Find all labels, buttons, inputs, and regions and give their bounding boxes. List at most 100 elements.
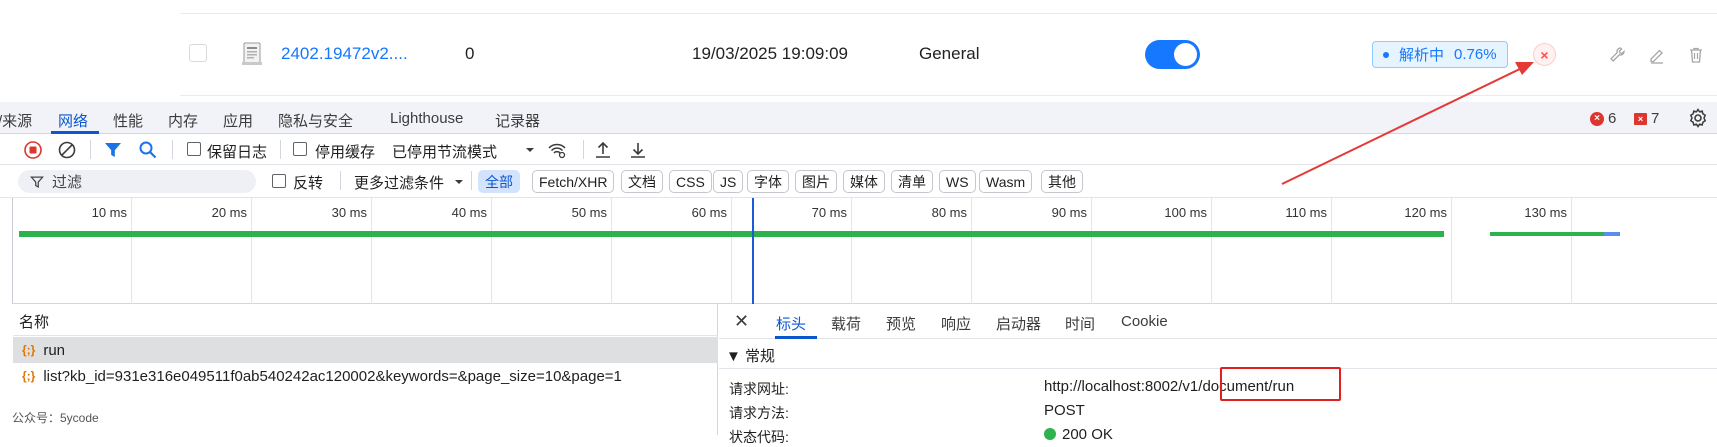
timeline-tick-label: 10 ms <box>91 205 127 220</box>
request-url-key: 请求网址: <box>729 381 789 397</box>
record-stop-icon[interactable] <box>23 140 43 160</box>
tab-cookies[interactable]: Cookie <box>1121 313 1168 330</box>
timeline-tick-line <box>371 198 372 304</box>
filter-chip-media[interactable]: 媒体 <box>843 170 885 193</box>
tab-lighthouse[interactable]: Lighthouse <box>390 110 463 127</box>
timeline-tick-line <box>251 198 252 304</box>
import-har-icon[interactable] <box>593 140 613 160</box>
tab-performance[interactable]: 性能 <box>113 110 143 131</box>
network-toolbar: 保留日志 停用缓存 已停用节流模式 <box>0 134 1717 165</box>
upload-date: 19/03/2025 19:09:09 <box>692 44 848 63</box>
row-divider <box>180 95 1717 96</box>
throttling-select[interactable]: 已停用节流模式 <box>392 141 497 162</box>
timeline-tick-label: 70 ms <box>811 205 847 220</box>
watermark: 公众号：5ycode <box>12 411 99 425</box>
filter-chip-other[interactable]: 其他 <box>1041 170 1083 193</box>
tab-privacy-security[interactable]: 隐私与安全 <box>278 110 353 131</box>
delete-icon[interactable] <box>1687 46 1705 64</box>
tab-network[interactable]: 网络 <box>58 110 88 131</box>
filter-chip-fetch-xhr[interactable]: Fetch/XHR <box>532 170 615 193</box>
edit-icon[interactable] <box>1648 46 1666 64</box>
filter-chip-manifest[interactable]: 清单 <box>891 170 933 193</box>
request-row-list[interactable]: {;} list?kb_id=931e316e049511f0ab540242a… <box>13 363 718 389</box>
cancel-parsing-button[interactable]: × <box>1533 43 1556 66</box>
error-icon: × <box>1590 111 1604 126</box>
parsing-status-badge: 解析中 0.76% <box>1372 41 1508 68</box>
filter-icon[interactable] <box>103 140 123 160</box>
tab-recorder[interactable]: 记录器 <box>495 110 540 131</box>
filter-chip-ws[interactable]: WS <box>939 170 976 193</box>
issue-flag-icon: × <box>1634 112 1647 125</box>
preserve-log-checkbox[interactable] <box>187 142 201 156</box>
request-details: ✕ 标头 载荷 预览 响应 启动器 时间 Cookie ▼ 常规 请求网址: h… <box>719 304 1717 445</box>
more-filters-dropdown[interactable]: 更多过滤条件 <box>354 172 444 193</box>
parser-method: General <box>919 44 980 63</box>
request-method-value: POST <box>1044 402 1085 419</box>
warning-count: 7 <box>1651 110 1660 127</box>
toolbar-separator <box>583 140 584 159</box>
timeline-tick-label: 90 ms <box>1051 205 1087 220</box>
annotation-highlight-box <box>1220 367 1341 401</box>
status-progress: 0.76% <box>1454 46 1497 63</box>
invert-label: 反转 <box>293 175 324 192</box>
filter-input[interactable]: 过滤 <box>18 170 256 193</box>
preserve-log-label: 保留日志 <box>207 144 268 161</box>
status-label: 解析中 <box>1399 47 1445 64</box>
document-list-area: 2402.19472v2.... 0 19/03/2025 19:09:09 G… <box>0 0 1717 102</box>
tab-sources[interactable]: /来源 <box>0 110 32 131</box>
toolbar-separator <box>340 171 341 190</box>
chevron-down-icon[interactable] <box>449 172 469 192</box>
document-name-link[interactable]: 2402.19472v2.... <box>281 44 408 64</box>
devtools-panel: /来源 网络 性能 内存 应用 隐私与安全 Lighthouse 记录器 × 6… <box>0 102 1717 445</box>
invert-checkbox[interactable] <box>272 174 286 188</box>
tab-initiator[interactable]: 启动器 <box>996 313 1041 334</box>
tab-response[interactable]: 响应 <box>941 313 971 334</box>
network-overview-timeline[interactable]: 10 ms 20 ms 30 ms 40 ms 50 ms 60 ms 70 ms 80 ms… <box>13 198 1717 304</box>
filter-chip-js[interactable]: JS <box>713 170 744 193</box>
tab-memory[interactable]: 内存 <box>168 110 198 131</box>
general-section-header[interactable]: ▼ 常规 <box>719 339 1717 369</box>
enable-toggle[interactable] <box>1145 40 1200 69</box>
timeline-tick-line <box>1091 198 1092 304</box>
network-conditions-icon[interactable] <box>547 140 567 160</box>
toolbar-separator <box>172 140 173 159</box>
request-name: list?kb_id=931e316e049511f0ab540242ac120… <box>43 367 622 385</box>
request-method-key: 请求方法: <box>729 405 789 421</box>
request-row-run[interactable]: {;} run <box>13 337 718 363</box>
tab-preview[interactable]: 预览 <box>886 313 916 334</box>
timeline-tick-label: 30 ms <box>331 205 367 220</box>
file-icon <box>242 42 262 65</box>
tab-headers[interactable]: 标头 <box>776 313 806 334</box>
column-header-name[interactable]: 名称 <box>13 304 718 336</box>
clear-icon[interactable] <box>57 140 77 160</box>
disable-cache-label: 停用缓存 <box>315 144 376 161</box>
toggle-knob <box>1174 43 1197 66</box>
request-list: 名称 {;} run {;} list?kb_id=931e316e049511… <box>13 304 718 435</box>
disable-cache-checkbox[interactable] <box>293 142 307 156</box>
chevron-down-icon[interactable] <box>520 140 540 160</box>
export-har-icon[interactable] <box>628 140 648 160</box>
timeline-tick-line <box>1571 198 1572 304</box>
request-name: run <box>43 341 66 359</box>
wrench-icon[interactable] <box>1608 46 1626 64</box>
timeline-tick-label: 110 ms <box>1285 205 1327 220</box>
filter-chip-css[interactable]: CSS <box>669 170 712 193</box>
filter-chip-all[interactable]: 全部 <box>478 170 520 193</box>
row-select-checkbox[interactable] <box>189 44 207 62</box>
tab-timing[interactable]: 时间 <box>1065 313 1095 334</box>
warning-counter[interactable]: × 7 <box>1634 110 1659 127</box>
gear-icon[interactable] <box>1688 108 1708 128</box>
filter-chip-wasm[interactable]: Wasm <box>979 170 1033 193</box>
filter-chip-font[interactable]: 字体 <box>747 170 789 193</box>
timeline-tick-line <box>1451 198 1452 304</box>
filter-chip-img[interactable]: 图片 <box>795 170 837 193</box>
search-icon[interactable] <box>138 140 158 160</box>
tab-application[interactable]: 应用 <box>223 110 253 131</box>
tab-payload[interactable]: 载荷 <box>831 313 861 334</box>
timeline-tick-line <box>971 198 972 304</box>
timeline-tick-label: 40 ms <box>451 205 487 220</box>
filter-chip-doc[interactable]: 文档 <box>621 170 663 193</box>
timeline-tick-label: 100 ms <box>1164 205 1207 220</box>
error-counter[interactable]: × 6 <box>1590 110 1616 127</box>
close-icon[interactable]: ✕ <box>734 311 749 332</box>
